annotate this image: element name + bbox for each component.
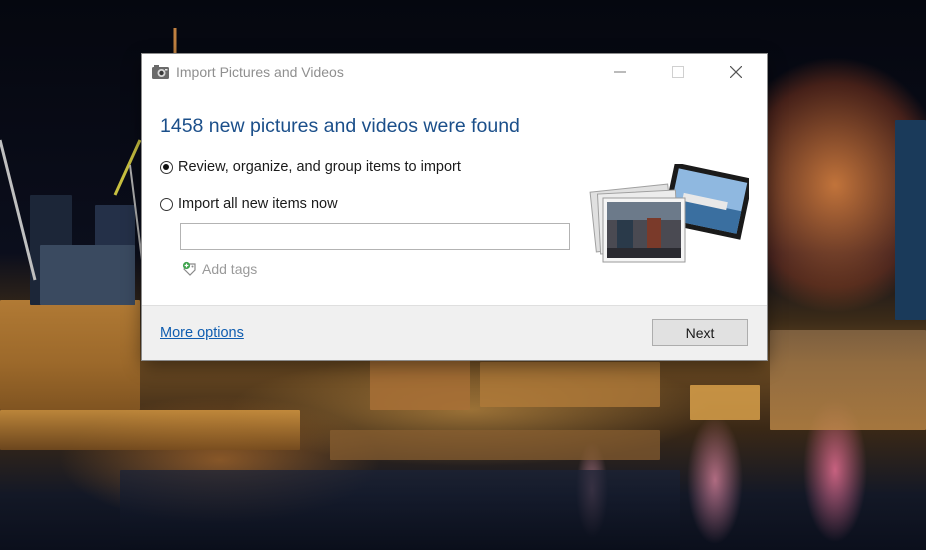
import-all-option[interactable]: Import all new items now [160,194,338,214]
next-button[interactable]: Next [652,319,748,346]
review-radio[interactable] [160,160,173,174]
import-all-radio[interactable] [160,197,173,211]
review-option[interactable]: Review, organize, and group items to imp… [160,157,461,177]
close-icon [730,66,742,78]
close-button[interactable] [713,54,759,90]
title-bar[interactable]: Import Pictures and Videos [142,54,767,90]
add-tags-link[interactable]: Add tags [182,260,257,278]
photo-stack-icon [589,164,749,263]
more-options-link[interactable]: More options [160,325,244,341]
minimize-button[interactable] [597,54,643,90]
import-all-option-label: Import all new items now [178,196,338,212]
maximize-button [655,54,701,90]
tag-plus-icon [182,261,196,276]
window-title: Import Pictures and Videos [176,64,344,80]
import-dialog: Import Pictures and Videos 1458 new pict… [142,54,767,360]
found-items-heading: 1458 new pictures and videos were found [160,115,520,137]
dialog-footer: More options Next [142,305,767,360]
minimize-icon [614,71,626,73]
tags-input[interactable] [180,223,570,250]
maximize-icon [672,66,684,78]
camera-icon [152,65,169,79]
review-option-label: Review, organize, and group items to imp… [178,159,461,175]
add-tags-label: Add tags [202,261,258,277]
